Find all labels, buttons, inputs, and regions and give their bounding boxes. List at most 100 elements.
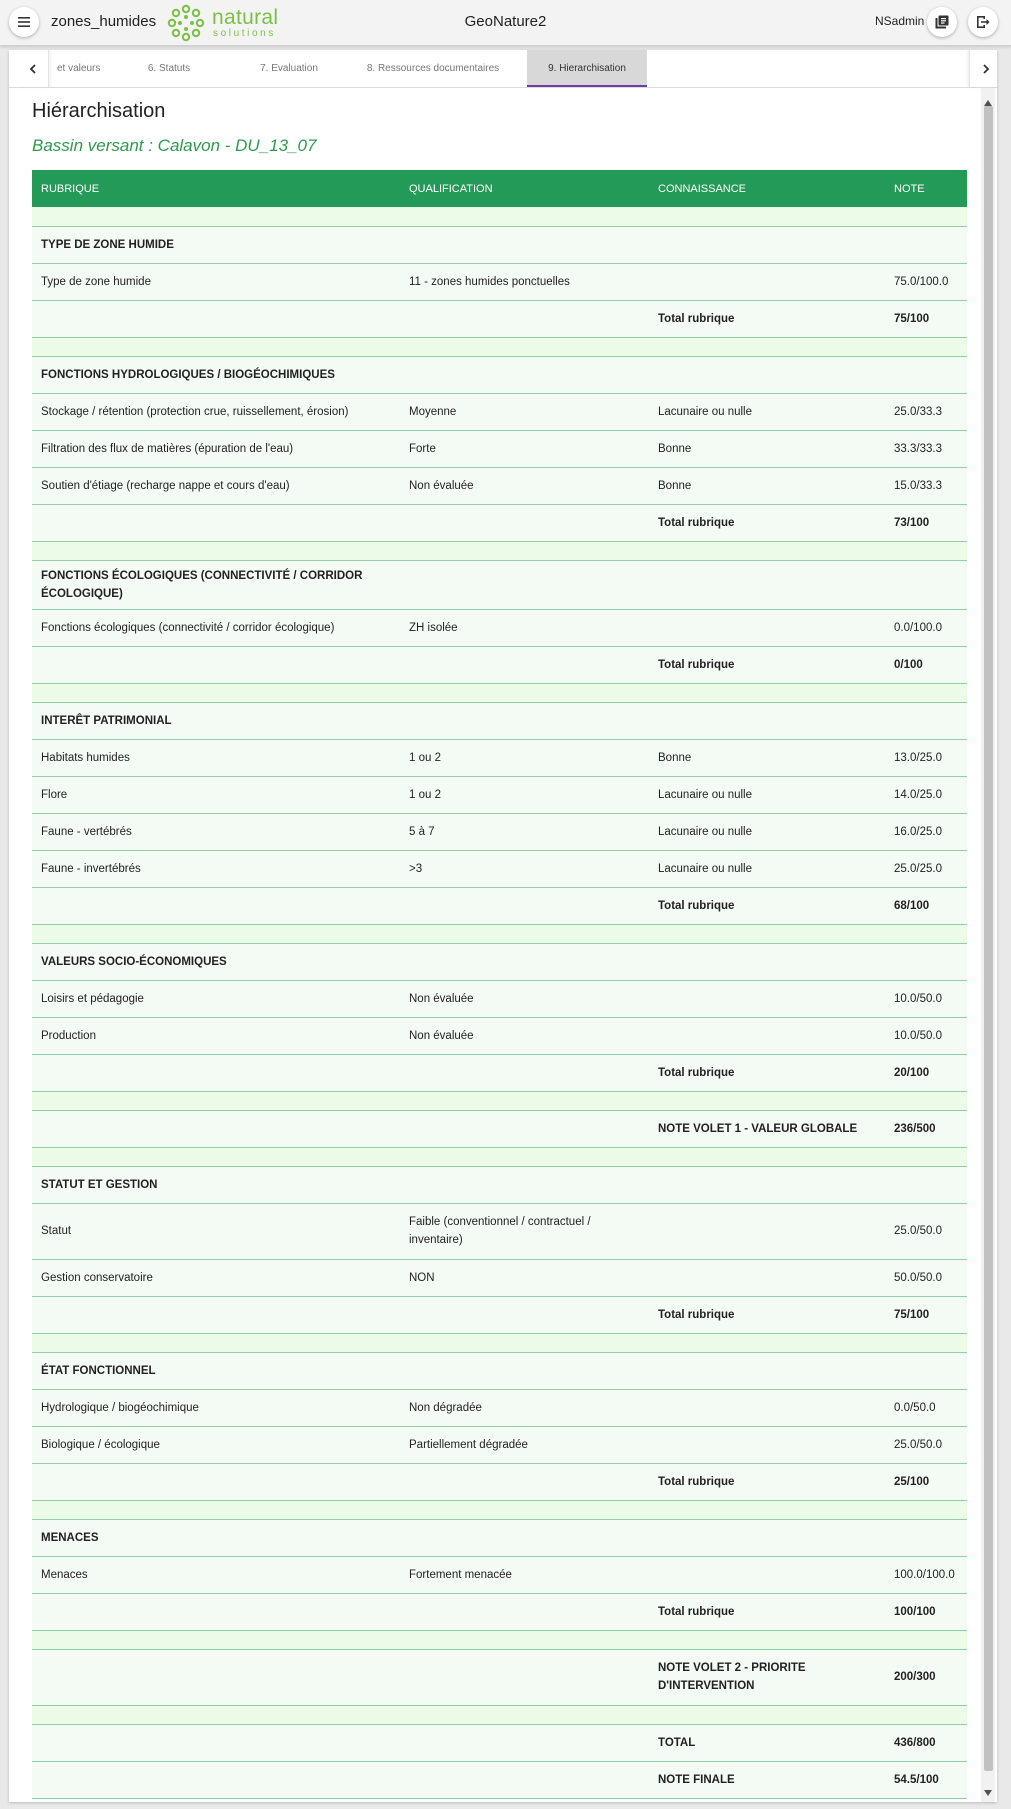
rubrique-cell: Hydrologique / biogéochimique	[32, 1389, 400, 1427]
note-volet-1-row-label: NOTE VOLET 1 - VALEUR GLOBALE	[649, 1110, 885, 1148]
table-row: Flore 1 ou 2 Lacunaire ou nulle 14.0/25.0	[32, 776, 967, 814]
tab-evaluation[interactable]: 7. Evaluation	[229, 50, 349, 87]
top-app-bar: zones_humides natural solutions GeoNatur…	[0, 0, 1011, 46]
qualification-cell: Non évaluée	[400, 1017, 649, 1055]
table-row: Loisirs et pédagogie Non évaluée 10.0/50.0	[32, 980, 967, 1018]
tab-ressources-documentaires[interactable]: 8. Ressources documentaires	[349, 50, 517, 87]
total-rubrique-row: Total rubrique 68/100	[32, 887, 967, 925]
qualification-cell: Partiellement dégradée	[400, 1426, 649, 1464]
col-header-rubrique: RUBRIQUE	[32, 170, 400, 207]
rubrique-cell: Gestion conservatoire	[32, 1259, 400, 1297]
tab-content: Hiérarchisation Bassin versant : Calavon…	[9, 88, 979, 1802]
note-cell: 10.0/50.0	[885, 980, 967, 1018]
menu-button[interactable]	[9, 7, 39, 37]
note-cell: 16.0/25.0	[885, 813, 967, 851]
total-rubrique-row-label: Total rubrique	[649, 887, 885, 925]
note-volet-2-row-label: NOTE VOLET 2 - PRIORITE D'INTERVENTION	[649, 1649, 885, 1706]
scroll-down-arrow[interactable]	[981, 1786, 995, 1800]
total-rubrique-row-label: Total rubrique	[649, 1463, 885, 1501]
empty-cell	[649, 1352, 885, 1390]
connaissance-cell	[649, 263, 885, 301]
tabs-scroll-right-button[interactable]	[969, 50, 997, 87]
empty-cell	[885, 702, 967, 740]
qualification-cell: NON	[400, 1259, 649, 1297]
connaissance-cell: Bonne	[649, 467, 885, 505]
natural-solutions-logo: natural solutions	[166, 3, 284, 43]
note-finale-row-label: NOTE FINALE	[649, 1761, 885, 1799]
empty-cell	[400, 943, 649, 981]
spacer-row	[32, 1333, 967, 1353]
empty-cell	[885, 356, 967, 394]
empty-cell	[400, 1649, 649, 1706]
note-volet-1-row: NOTE VOLET 1 - VALEUR GLOBALE 236/500	[32, 1110, 967, 1148]
scrollbar-thumb[interactable]	[984, 106, 993, 1771]
tab-hierarchisation[interactable]: 9. Hierarchisation	[527, 50, 647, 87]
connaissance-cell	[649, 1389, 885, 1427]
table-row: Filtration des flux de matières (épurati…	[32, 430, 967, 468]
note-cell: 50.0/50.0	[885, 1259, 967, 1297]
rubrique-cell: Flore	[32, 776, 400, 814]
logout-button[interactable]	[968, 7, 998, 37]
rubrique-cell: Production	[32, 1017, 400, 1055]
note-volet-2-row-value: 200/300	[885, 1649, 967, 1706]
table-row: Fonctions écologiques (connectivité / co…	[32, 609, 967, 647]
total-rubrique-row-value: 73/100	[885, 504, 967, 542]
table-row: Habitats humides 1 ou 2 Bonne 13.0/25.0	[32, 739, 967, 777]
qualification-cell: Forte	[400, 430, 649, 468]
empty-cell	[400, 1110, 649, 1148]
section-title: INTERÊT PATRIMONIAL	[32, 702, 400, 740]
rubrique-cell: Stockage / rétention (protection crue, r…	[32, 393, 400, 431]
spacer-row	[32, 541, 967, 561]
total-rubrique-row-value: 25/100	[885, 1463, 967, 1501]
qualification-cell: Moyenne	[400, 393, 649, 431]
note-volet-2-row: NOTE VOLET 2 - PRIORITE D'INTERVENTION 20…	[32, 1649, 967, 1706]
empty-cell	[400, 1166, 649, 1204]
note-cell: 0.0/50.0	[885, 1389, 967, 1427]
tabs-scroll-left-button[interactable]	[17, 50, 49, 87]
table-row: Faune - vertébrés 5 à 7 Lacunaire ou nulle…	[32, 813, 967, 851]
total-rubrique-row: Total rubrique 100/100	[32, 1593, 967, 1631]
grand-total-row-label: TOTAL	[649, 1724, 885, 1762]
empty-cell	[400, 356, 649, 394]
table-row: Type de zone humide 11 - zones humides po…	[32, 263, 967, 301]
qualification-cell: ZH isolée	[400, 609, 649, 647]
empty-cell	[32, 1724, 400, 1762]
library-books-icon	[935, 15, 949, 29]
qualification-cell: Fortement menacée	[400, 1556, 649, 1594]
vertical-scrollbar[interactable]	[981, 88, 995, 1802]
total-rubrique-row-label: Total rubrique	[649, 504, 885, 542]
page-title: Hiérarchisation	[32, 100, 166, 122]
logout-icon	[977, 16, 990, 28]
section-title: STATUT ET GESTION	[32, 1166, 400, 1204]
table-row: Biologique / écologique Partiellement dég…	[32, 1426, 967, 1464]
empty-cell	[400, 1054, 649, 1092]
qualification-cell: 11 - zones humides ponctuelles	[400, 263, 649, 301]
empty-cell	[32, 1649, 400, 1706]
total-rubrique-row: Total rubrique 20/100	[32, 1054, 967, 1092]
tab-statuts[interactable]: 6. Statuts	[109, 50, 229, 87]
empty-cell	[400, 702, 649, 740]
section-header-row: TYPE DE ZONE HUMIDE	[32, 226, 967, 264]
empty-cell	[32, 1761, 400, 1799]
main-card: et valeurs 6. Statuts 7. Evaluation 8. R…	[9, 50, 997, 1802]
note-finale-row-value: 54.5/100	[885, 1761, 967, 1799]
tab-valeurs[interactable]: et valeurs	[49, 50, 109, 87]
rubrique-cell: Soutien d'étiage (recharge nappe et cour…	[32, 467, 400, 505]
connaissance-cell: Lacunaire ou nulle	[649, 813, 885, 851]
empty-cell	[885, 943, 967, 981]
empty-cell	[400, 1761, 649, 1799]
spacer-row	[32, 1705, 967, 1725]
qualification-cell: 1 ou 2	[400, 739, 649, 777]
table-row: Statut Faible (conventionnel / contractue…	[32, 1203, 967, 1260]
connaissance-cell	[649, 1017, 885, 1055]
spacer-cell	[32, 1091, 967, 1111]
documentation-button[interactable]	[927, 7, 957, 37]
note-cell: 75.0/100.0	[885, 263, 967, 301]
spacer-row	[32, 337, 967, 357]
qualification-cell: Non dégradée	[400, 1389, 649, 1427]
note-cell: 14.0/25.0	[885, 776, 967, 814]
empty-cell	[32, 1593, 400, 1631]
connaissance-cell: Lacunaire ou nulle	[649, 776, 885, 814]
section-title: TYPE DE ZONE HUMIDE	[32, 226, 400, 264]
table-row: Gestion conservatoire NON 50.0/50.0	[32, 1259, 967, 1297]
